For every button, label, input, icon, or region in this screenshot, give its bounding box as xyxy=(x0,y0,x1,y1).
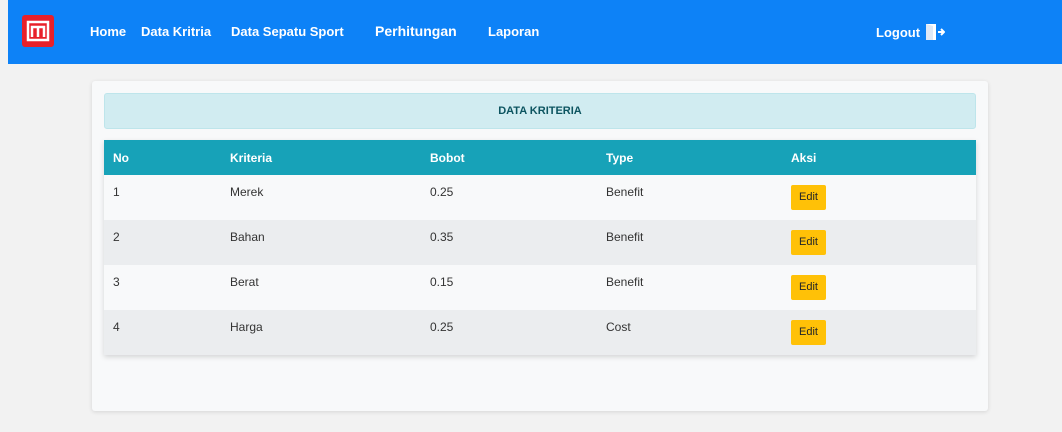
cell-aksi: Edit xyxy=(791,265,976,310)
cell-kriteria: Bahan xyxy=(230,230,265,244)
nav-home[interactable]: Home xyxy=(90,24,126,40)
app-logo-icon[interactable] xyxy=(22,15,54,47)
logout-link[interactable]: Logout xyxy=(876,23,946,41)
cell-type: Cost xyxy=(606,320,631,334)
top-navbar: Home Data Kritria Data Sepatu Sport Perh… xyxy=(8,0,1062,64)
column-header-aksi: Aksi xyxy=(791,151,817,165)
edit-button[interactable]: Edit xyxy=(791,230,826,255)
edit-button[interactable]: Edit xyxy=(791,275,826,300)
criteria-table: No Kriteria Bobot Type Aksi 1 Merek 0.25… xyxy=(104,140,976,355)
column-header-type: Type xyxy=(606,151,634,165)
cell-kriteria: Merek xyxy=(230,185,264,199)
cell-aksi: Edit xyxy=(791,310,976,355)
cell-no: 2 xyxy=(113,230,120,244)
cell-bobot: 0.25 xyxy=(430,185,454,199)
column-header-no: No xyxy=(113,151,129,165)
cell-no: 1 xyxy=(113,185,120,199)
cell-bobot: 0.35 xyxy=(430,230,454,244)
cell-kriteria: Harga xyxy=(230,320,263,334)
nav-data-kriteria[interactable]: Data Kritria xyxy=(141,24,211,40)
nav-laporan[interactable]: Laporan xyxy=(488,24,539,40)
edit-button[interactable]: Edit xyxy=(791,320,826,345)
table-row: 3 Berat 0.15 Benefit Edit xyxy=(104,265,976,310)
criteria-table-wrapper: No Kriteria Bobot Type Aksi 1 Merek 0.25… xyxy=(104,140,976,355)
cell-no: 3 xyxy=(113,275,120,289)
column-header-kriteria: Kriteria xyxy=(230,151,273,165)
cell-bobot: 0.25 xyxy=(430,320,454,334)
cell-no: 4 xyxy=(113,320,120,334)
table-row: 4 Harga 0.25 Cost Edit xyxy=(104,310,976,355)
cell-aksi: Edit xyxy=(791,220,976,265)
logout-label: Logout xyxy=(876,24,921,40)
content-card: DATA KRITERIA No Kriteria Bobot Type Aks… xyxy=(92,81,988,411)
table-row: 2 Bahan 0.35 Benefit Edit xyxy=(104,220,976,265)
edit-button[interactable]: Edit xyxy=(791,185,826,210)
logout-door-icon xyxy=(926,24,946,40)
cell-kriteria: Berat xyxy=(230,275,259,289)
table-header-row: No Kriteria Bobot Type Aksi xyxy=(104,140,976,175)
table-row: 1 Merek 0.25 Benefit Edit xyxy=(104,175,976,220)
nav-data-sepatu-sport[interactable]: Data Sepatu Sport xyxy=(231,24,344,40)
cell-type: Benefit xyxy=(606,185,644,199)
page-title: DATA KRITERIA xyxy=(104,93,976,129)
cell-type: Benefit xyxy=(606,275,644,289)
nav-perhitungan[interactable]: Perhitungan xyxy=(375,23,457,39)
column-header-bobot: Bobot xyxy=(430,151,465,165)
cell-type: Benefit xyxy=(606,230,644,244)
cell-bobot: 0.15 xyxy=(430,275,454,289)
cell-aksi: Edit xyxy=(791,175,976,220)
